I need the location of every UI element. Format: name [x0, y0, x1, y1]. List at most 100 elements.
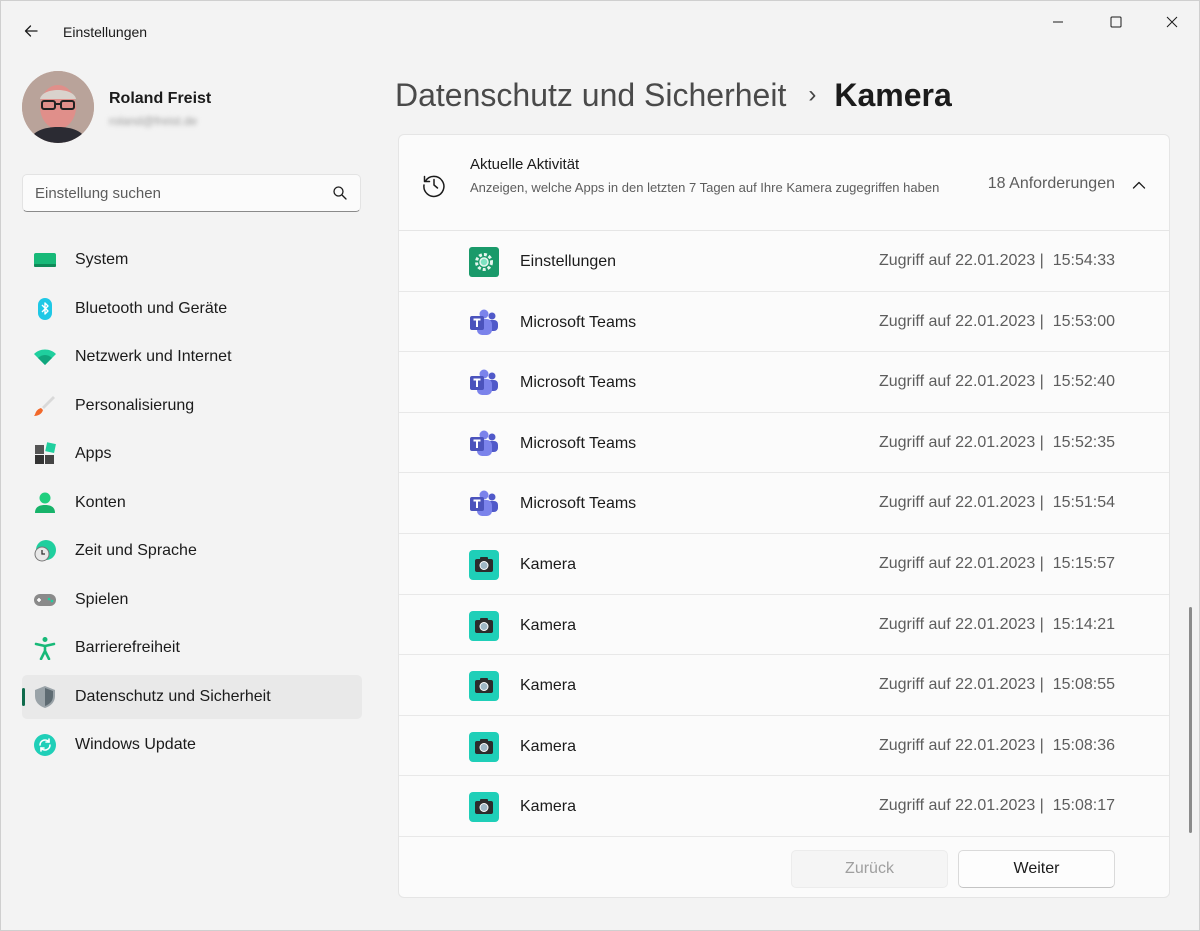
list-item: Microsoft Teams Zugriff auf 22.01.2023 |…	[399, 413, 1169, 474]
access-timestamp: Zugriff auf 22.01.2023 | 15:51:54	[878, 494, 1115, 512]
chevron-up-icon[interactable]	[1131, 177, 1147, 193]
avatar	[22, 71, 94, 143]
sidebar-item-label: System	[75, 251, 129, 268]
request-count: 18 Anforderungen	[987, 175, 1115, 192]
close-icon	[1166, 16, 1178, 28]
sidebar-item-privacy-security[interactable]: Datenschutz und Sicherheit	[22, 674, 362, 719]
app-name: Kamera	[520, 798, 577, 816]
sidebar-item-label: Barrierefreiheit	[75, 639, 180, 656]
breadcrumb: Datenschutz und Sicherheit › Kamera	[395, 73, 952, 117]
back-button[interactable]	[15, 15, 47, 47]
sidebar-item-windows-update[interactable]: Windows Update	[22, 723, 362, 767]
breadcrumb-separator: ›	[808, 81, 817, 108]
access-timestamp: Zugriff auf 22.01.2023 | 15:08:55	[878, 676, 1115, 694]
list-item: Kamera Zugriff auf 22.01.2023 | 15:08:55	[399, 655, 1169, 716]
sidebar-item-bluetooth[interactable]: Bluetooth und Geräte	[22, 287, 362, 331]
account-icon	[35, 492, 55, 513]
maximize-icon	[1110, 16, 1122, 28]
gamepad-icon	[34, 593, 56, 606]
section-description: Anzeigen, welche Apps in den letzten 7 T…	[470, 180, 940, 195]
brush-icon	[34, 395, 55, 416]
activity-list: Einstellungen Zugriff auf 22.01.2023 | 1…	[399, 231, 1169, 837]
access-timestamp: Zugriff auf 22.01.2023 | 15:08:36	[878, 736, 1115, 754]
sidebar-item-label: Zeit und Sprache	[75, 542, 197, 559]
list-item: Microsoft Teams Zugriff auf 22.01.2023 |…	[399, 292, 1169, 353]
arrow-left-icon	[24, 25, 38, 37]
sidebar-item-apps[interactable]: Apps	[22, 432, 362, 476]
access-timestamp: Zugriff auf 22.01.2023 | 15:15:57	[878, 554, 1115, 572]
wifi-icon	[34, 349, 56, 365]
shield-icon	[35, 685, 55, 708]
clock-globe-icon	[34, 540, 56, 562]
list-item: Kamera Zugriff auf 22.01.2023 | 15:14:21	[399, 595, 1169, 656]
access-timestamp: Zugriff auf 22.01.2023 | 15:14:21	[878, 615, 1115, 633]
minimize-button[interactable]	[1031, 1, 1085, 43]
access-timestamp: Zugriff auf 22.01.2023 | 15:08:17	[878, 797, 1115, 815]
list-item: Microsoft Teams Zugriff auf 22.01.2023 |…	[399, 473, 1169, 534]
search-icon[interactable]	[332, 185, 348, 201]
list-item: Einstellungen Zugriff auf 22.01.2023 | 1…	[399, 231, 1169, 292]
apps-icon	[35, 442, 56, 464]
sidebar-item-personalization[interactable]: Personalisierung	[22, 384, 362, 428]
search-input[interactable]	[35, 184, 325, 202]
sidebar-item-label: Konten	[75, 493, 126, 511]
scrollbar[interactable]	[1189, 607, 1192, 833]
access-timestamp: Zugriff auf 22.01.2023 | 15:52:40	[878, 373, 1115, 391]
app-name: Microsoft Teams	[520, 374, 637, 392]
next-page-button[interactable]: Weiter	[958, 850, 1115, 888]
title-bar: Einstellungen	[1, 1, 1199, 59]
settings-gear-icon	[469, 247, 499, 277]
app-name: Kamera	[520, 616, 577, 634]
app-name: Kamera	[520, 737, 577, 755]
breadcrumb-parent-link[interactable]: Datenschutz und Sicherheit	[395, 77, 786, 114]
camera-icon	[469, 549, 499, 580]
user-email: roland@freist.de	[109, 114, 198, 128]
update-icon	[34, 734, 56, 756]
app-name: Einstellungen	[520, 253, 617, 270]
sidebar-item-label: Windows Update	[75, 736, 196, 753]
sidebar-item-label: Personalisierung	[75, 396, 195, 414]
sidebar-item-label: Spielen	[75, 590, 129, 608]
app-title: Einstellungen	[63, 24, 148, 40]
list-item: Microsoft Teams Zugriff auf 22.01.2023 |…	[399, 352, 1169, 413]
sidebar-item-label: Apps	[75, 445, 112, 462]
teams-icon	[470, 430, 498, 456]
app-name: Kamera	[520, 677, 577, 695]
app-name: Microsoft Teams	[520, 434, 637, 452]
history-icon	[423, 175, 445, 198]
access-timestamp: Zugriff auf 22.01.2023 | 15:53:00	[878, 312, 1115, 330]
user-profile[interactable]: Roland Freist roland@freist.de	[22, 71, 362, 145]
settings-search	[22, 174, 361, 212]
maximize-button[interactable]	[1089, 1, 1143, 43]
minimize-icon	[1053, 21, 1063, 23]
access-timestamp: Zugriff auf 22.01.2023 | 15:54:33	[878, 252, 1115, 269]
list-item: Kamera Zugriff auf 22.01.2023 | 15:08:36	[399, 716, 1169, 777]
access-timestamp: Zugriff auf 22.01.2023 | 15:52:35	[878, 433, 1115, 451]
close-button[interactable]	[1145, 1, 1199, 43]
sidebar-item-accounts[interactable]: Konten	[22, 481, 362, 525]
recent-activity-header[interactable]: Aktuelle Aktivität Anzeigen, welche Apps…	[399, 135, 1169, 231]
page-title: Kamera	[834, 76, 952, 113]
camera-icon	[469, 731, 499, 762]
app-name: Microsoft Teams	[520, 313, 637, 331]
accessibility-icon	[34, 637, 56, 660]
sidebar-item-system[interactable]: System	[22, 238, 362, 282]
app-name: Kamera	[520, 555, 577, 573]
sidebar-item-label: Datenschutz und Sicherheit	[75, 687, 271, 705]
sidebar-item-gaming[interactable]: Spielen	[22, 578, 362, 622]
recent-activity-panel: Aktuelle Aktivität Anzeigen, welche Apps…	[398, 134, 1170, 898]
system-icon	[34, 253, 56, 267]
sidebar-item-accessibility[interactable]: Barrierefreiheit	[22, 626, 362, 670]
sidebar-item-time-language[interactable]: Zeit und Sprache	[22, 529, 362, 573]
sidebar-item-network[interactable]: Netzwerk und Internet	[22, 335, 362, 379]
app-name: Microsoft Teams	[520, 495, 637, 513]
settings-window: Einstellungen Roland Freist roland@freis…	[0, 0, 1200, 931]
camera-icon	[469, 792, 499, 823]
sidebar-item-label: Bluetooth und Geräte	[75, 299, 228, 317]
list-item: Kamera Zugriff auf 22.01.2023 | 15:08:17	[399, 776, 1169, 837]
camera-icon	[469, 610, 499, 641]
user-name: Roland Freist	[109, 90, 212, 107]
teams-icon	[470, 369, 498, 396]
previous-page-button[interactable]: Zurück	[791, 850, 948, 888]
pagination: Zurück Weiter	[399, 838, 1169, 897]
